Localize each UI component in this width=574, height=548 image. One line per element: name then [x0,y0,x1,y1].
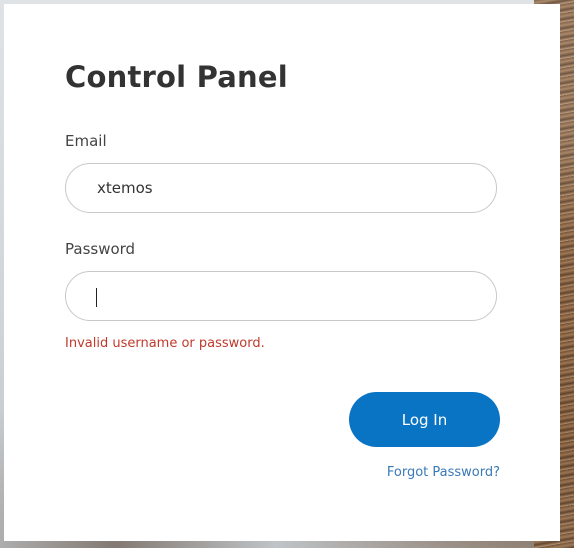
error-message: Invalid username or password. [65,336,265,351]
page-title: Control Panel [65,60,288,94]
email-field[interactable] [65,163,497,213]
password-label: Password [65,240,136,258]
login-button[interactable]: Log In [349,392,500,447]
password-field[interactable] [65,271,497,321]
text-cursor [96,288,97,307]
email-label: Email [65,132,107,150]
forgot-password-link[interactable]: Forgot Password? [387,465,500,480]
login-card: Control Panel Email Password Invalid use… [4,4,560,541]
